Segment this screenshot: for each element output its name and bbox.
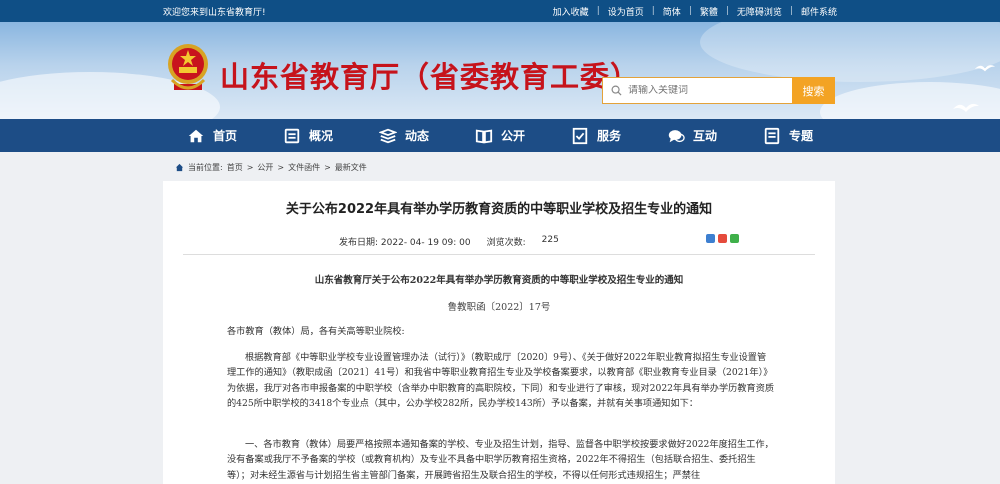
paragraph: 根据教育部《中等职业学校专业设置管理办法（试行）》（教职成厅〔2020〕9号）、… [227, 352, 775, 409]
breadcrumb-arrow: > [277, 163, 285, 172]
breadcrumb-public[interactable]: 公开 [257, 162, 273, 173]
nav-label: 互动 [692, 129, 717, 143]
site-title: 山东省教育厅（省委教育工委） [220, 60, 641, 94]
article-panel: 关于公布2022年具有举办学历教育资质的中等职业学校及招生专业的通知 发布日期:… [163, 181, 835, 484]
addressee: 各市教育（教体）局，各有关高等职业院校: [227, 326, 405, 337]
top-links: 加入收藏 | 设为首页 | 简体 | 繁體 | 无障碍浏览 | 邮件系统 [553, 5, 837, 18]
cloud-decoration [700, 22, 1000, 82]
breadcrumb-arrow: > [246, 163, 254, 172]
nav-label: 概况 [308, 129, 333, 143]
nav-item-overview[interactable]: 概况 [260, 127, 356, 145]
search-icon [611, 85, 622, 96]
breadcrumb-documents[interactable]: 文件函件 [288, 162, 320, 173]
national-emblem-icon [168, 44, 208, 90]
welcome-text: 欢迎您来到山东省教育厅! [163, 7, 266, 18]
nav-label: 公开 [500, 129, 525, 143]
link-add-favorite[interactable]: 加入收藏 [553, 5, 589, 18]
date-value: 2022- 04- 19 09: 00 [380, 238, 471, 248]
nav-item-news[interactable]: 动态 [356, 127, 452, 145]
share-qzone-icon[interactable] [706, 234, 715, 243]
views-value: 225 [541, 235, 559, 245]
top-bar: 欢迎您来到山东省教育厅! 加入收藏 | 设为首页 | 简体 | 繁體 | 无障碍… [0, 0, 1000, 22]
breadcrumb-arrow: > [324, 163, 331, 172]
location-home-icon [175, 163, 184, 172]
search-input[interactable] [628, 85, 778, 96]
bird-decoration-icon [953, 103, 979, 112]
document-number: 鲁教职函〔2022〕17号 [447, 302, 551, 313]
nav-label: 动态 [404, 129, 429, 143]
link-accessibility[interactable]: 无障碍浏览 [737, 5, 782, 18]
site-header: 山东省教育厅（省委教育工委） 搜索 [0, 22, 1000, 119]
chat-icon [668, 129, 685, 142]
nav-item-public[interactable]: 公开 [452, 127, 548, 145]
link-set-homepage[interactable]: 设为首页 [608, 5, 644, 18]
nav-label: 服务 [596, 129, 621, 143]
share-weibo-icon[interactable] [718, 234, 727, 243]
breadcrumb-prefix: 当前位置: [188, 163, 223, 172]
search-box [602, 77, 792, 104]
link-simplified[interactable]: 简体 [663, 5, 681, 18]
nav-item-service[interactable]: 服务 [548, 127, 644, 145]
article-meta: 发布日期: 2022- 04- 19 09: 00 浏览次数: 225 [339, 235, 559, 248]
separator: | [651, 6, 655, 16]
nav-label: 首页 [212, 129, 237, 143]
separator: | [725, 6, 729, 16]
search-button[interactable]: 搜索 [792, 77, 835, 104]
nav-item-home[interactable]: 首页 [164, 127, 260, 145]
content-area: 当前位置: 首页 > 公开 > 文件函件 > 最新文件 关于公布2022年具有举… [0, 152, 1000, 484]
views-label: 浏览次数: [486, 238, 526, 248]
breadcrumb: 当前位置: 首页 > 公开 > 文件函件 > 最新文件 [175, 162, 367, 173]
separator: | [596, 6, 600, 16]
document-title: 山东省教育厅关于公布2022年具有举办学历教育资质的中等职业学校及招生专业的通知 [314, 275, 684, 286]
article-title: 关于公布2022年具有举办学历教育资质的中等职业学校及招生专业的通知 [285, 202, 713, 217]
link-traditional[interactable]: 繁體 [700, 5, 718, 18]
share-buttons [706, 234, 739, 243]
breadcrumb-latest[interactable]: 最新文件 [335, 162, 367, 173]
main-nav: 首页 概况 动态 公开 服务 互动 专题 [0, 119, 1000, 152]
divider [183, 254, 815, 255]
service-icon [572, 127, 588, 144]
book-icon [475, 129, 493, 143]
nav-item-topics[interactable]: 专题 [740, 127, 836, 145]
topic-icon [764, 127, 780, 144]
nav-label: 专题 [788, 129, 813, 143]
nav-item-interaction[interactable]: 互动 [644, 127, 740, 145]
share-wechat-icon[interactable] [730, 234, 739, 243]
link-mail-system[interactable]: 邮件系统 [801, 5, 837, 18]
home-icon [188, 129, 204, 142]
bird-decoration-icon [974, 65, 996, 72]
breadcrumb-home[interactable]: 首页 [227, 162, 243, 173]
paragraph: 一、各市教育（教体）局要严格按照本通知备案的学校、专业及招生计划，指导、监督各中… [227, 439, 774, 481]
news-icon [378, 128, 397, 143]
separator: | [789, 6, 793, 16]
date-label: 发布日期: [339, 238, 379, 248]
overview-icon [284, 128, 300, 143]
separator: | [688, 6, 692, 16]
